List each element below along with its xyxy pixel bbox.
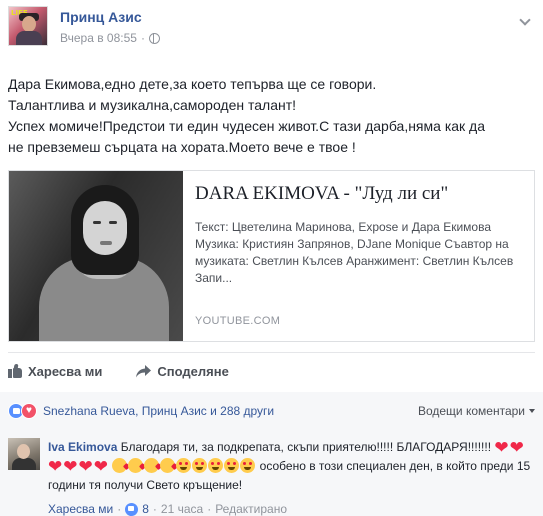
comment-like-button[interactable]: Харесва ми xyxy=(48,502,113,516)
heart-eyes-face-icon xyxy=(224,458,240,473)
link-source: YOUTUBE.COM xyxy=(195,315,281,327)
kissing-face-icon xyxy=(112,458,128,473)
reaction-names[interactable]: Snezhana Rueva, Принц Азис и 288 други xyxy=(43,404,274,418)
comment-sort-label: Водещи коментари xyxy=(417,404,525,418)
link-title[interactable]: DARA EKIMOVA - "Луд ли си" xyxy=(195,183,522,205)
post-text-line: Успех момиче!Предстои ти един чудесен жи… xyxy=(8,118,486,134)
caret-down-icon xyxy=(529,409,535,413)
like-button[interactable]: Харесва ми xyxy=(8,364,102,379)
share-button[interactable]: Споделяне xyxy=(136,363,229,379)
divider xyxy=(8,352,535,353)
heart-eyes-face-icon xyxy=(176,458,192,473)
post-timestamp[interactable]: Вчера в 08:55 xyxy=(60,31,137,45)
author-avatar[interactable]: LIFE xyxy=(8,6,48,46)
heart-eyes-face-icon xyxy=(208,458,224,473)
share-button-label: Споделяне xyxy=(157,363,229,379)
link-thumbnail-image[interactable] xyxy=(9,171,183,341)
post-text: Дара Екимова,едно дете,за което тепърва … xyxy=(8,74,535,158)
love-reaction-icon: ♥ xyxy=(21,403,37,419)
emoji-row xyxy=(112,458,256,473)
reaction-icons[interactable]: ♥ xyxy=(8,403,37,419)
reactions-summary: ♥ Snezhana Rueva, Принц Азис и 288 други… xyxy=(0,392,543,430)
comment-author[interactable]: Iva Ekimova xyxy=(48,440,117,454)
like-count-icon xyxy=(125,502,139,516)
commenter-avatar[interactable] xyxy=(8,438,40,470)
comment-like-count[interactable]: 8 xyxy=(142,502,149,516)
kissing-face-icon xyxy=(144,458,160,473)
globe-icon xyxy=(148,32,160,44)
post-text-line: не превземеш сърцата на хората.Моето веч… xyxy=(8,139,356,155)
link-preview-card[interactable]: DARA EKIMOVA - "Луд ли си" Текст: Цветел… xyxy=(8,170,535,342)
comment-meta: Харесва ми · 8 · 21 часа · Редактирано xyxy=(48,502,287,516)
post-text-line: Талантлива и музикална,самороден талант! xyxy=(8,97,297,113)
kissing-face-icon xyxy=(160,458,176,473)
comment: Iva Ekimova Благодаря ти, за подкрепата,… xyxy=(0,430,543,516)
heart-eyes-face-icon xyxy=(192,458,208,473)
post-text-line: Дара Екимова,едно дете,за което тепърва … xyxy=(8,76,377,92)
link-description: Текст: Цветелина Маринова, Expose и Дара… xyxy=(195,220,514,285)
post-author[interactable]: Принц Азис xyxy=(60,9,142,25)
post-meta: Вчера в 08:55 · xyxy=(60,31,160,45)
comment-text-part1: Благодаря ти, за подкрепата, скъпи прият… xyxy=(120,440,492,454)
kissing-face-icon xyxy=(128,458,144,473)
share-arrow-icon xyxy=(136,364,152,378)
heart-eyes-face-icon xyxy=(240,458,256,473)
post-options-chevron-icon[interactable] xyxy=(519,14,531,26)
like-button-label: Харесва ми xyxy=(28,363,103,379)
thumbs-up-icon xyxy=(8,364,22,378)
comment-time[interactable]: 21 часа xyxy=(161,502,203,516)
link-preview-body[interactable]: DARA EKIMOVA - "Луд ли си" Текст: Цветел… xyxy=(183,171,534,341)
post-actions-bar: Харесва ми Споделяне xyxy=(8,358,535,384)
comment-edited-label[interactable]: Редактирано xyxy=(215,502,287,516)
post-header: LIFE Принц Азис Вчера в 08:55 · xyxy=(8,6,543,52)
comment-body: Iva Ekimova Благодаря ти, за подкрепата,… xyxy=(48,438,535,494)
comment-sort-dropdown[interactable]: Водещи коментари xyxy=(418,404,535,418)
